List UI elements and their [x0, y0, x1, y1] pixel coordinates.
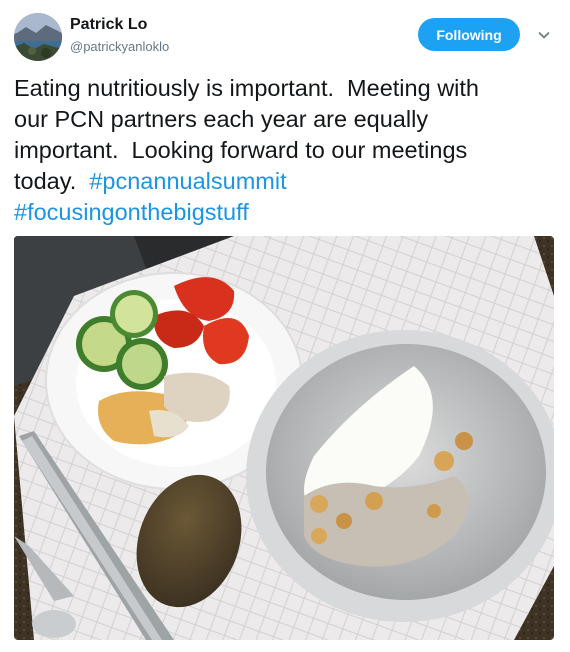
chevron-down-icon[interactable] — [536, 27, 552, 43]
hashtag-link[interactable]: #focusingonthebigstuff — [14, 199, 249, 225]
following-button[interactable]: Following — [418, 18, 520, 51]
tweet-text-line: our PCN partners each year are equally — [14, 106, 429, 132]
hashtag-link[interactable]: #pcnannualsummit — [89, 168, 286, 194]
author-handle[interactable]: @patrickyanloklo — [70, 39, 169, 54]
author-name[interactable]: Patrick Lo — [70, 16, 147, 34]
tweet-header: Patrick Lo @patrickyanloklo Following — [0, 0, 570, 70]
tweet-photo[interactable] — [14, 236, 554, 640]
tweet-text-line: Eating nutritiously is important. Meetin… — [14, 75, 479, 101]
avatar[interactable] — [14, 13, 62, 61]
tweet-text: Eating nutritiously is important. Meetin… — [14, 73, 559, 228]
tweet-text-line: important. Looking forward to our meetin… — [14, 137, 468, 163]
tweet-text-line: today. — [14, 168, 90, 194]
